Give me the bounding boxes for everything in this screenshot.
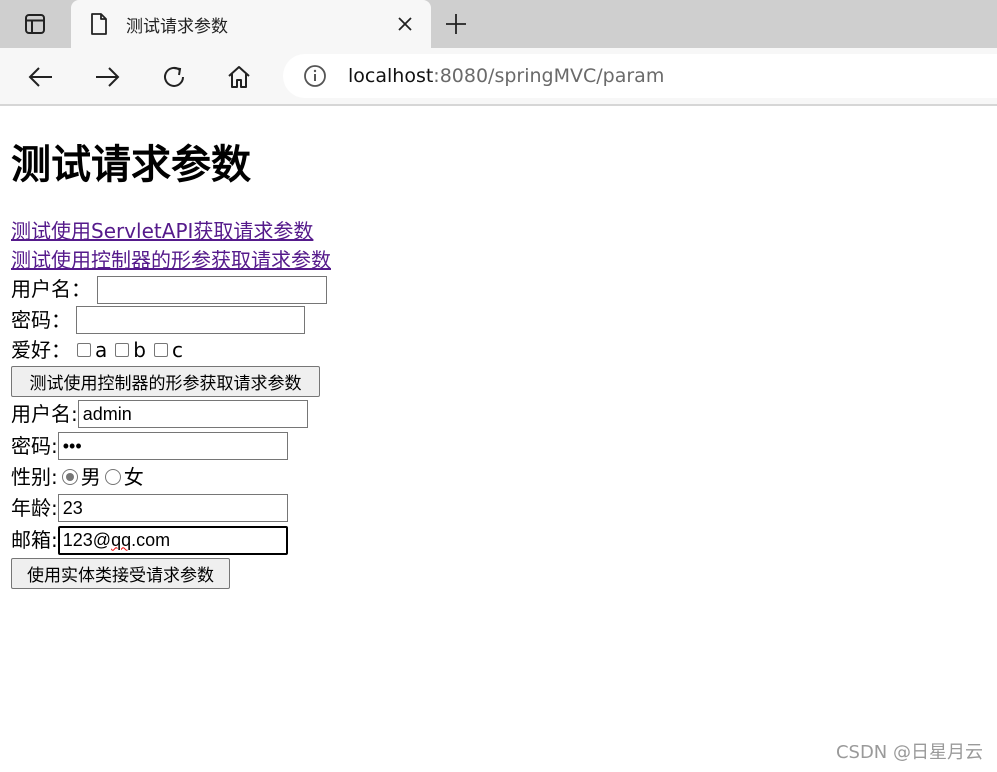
hobby-option-c[interactable]: c <box>153 336 183 365</box>
form2-gender-row: 性别: 男 女 <box>11 462 981 492</box>
form1-username-label: 用户名： <box>11 277 91 301</box>
gender-label-male: 男 <box>80 464 101 489</box>
page-heading: 测试请求参数 <box>11 142 251 188</box>
url-text: localhost:8080/springMVC/param <box>348 65 664 87</box>
refresh-icon <box>164 66 184 87</box>
controller-param-link[interactable]: 测试使用控制器的形参获取请求参数 <box>11 246 981 275</box>
form2-password-label: 密码: <box>11 433 58 458</box>
address-bar[interactable]: localhost:8080/springMVC/param <box>283 54 997 98</box>
hobby-checkbox-a[interactable] <box>77 343 91 357</box>
form2-age-label: 年龄: <box>11 495 58 520</box>
tab-bar: 测试请求参数 <box>0 0 997 48</box>
form2-password-input[interactable] <box>57 432 288 460</box>
form1-password-label: 密码： <box>11 307 71 332</box>
gender-radio-female[interactable] <box>104 469 121 485</box>
form2-submit-row: 使用实体类接受请求参数 <box>11 556 981 590</box>
email-value-prefix: 123@ <box>62 529 112 550</box>
link-list: 测试使用ServletAPI获取请求参数 测试使用控制器的形参获取请求参数 <box>11 217 981 275</box>
hobby-option-b[interactable]: b <box>115 336 146 365</box>
back-button[interactable] <box>24 60 58 94</box>
form1-password-input[interactable] <box>76 306 305 334</box>
hobby-label-c: c <box>171 337 183 362</box>
hobby-option-a[interactable]: a <box>77 336 107 365</box>
form2-username-label: 用户名: <box>11 401 78 426</box>
navigation-toolbar: localhost:8080/springMVC/param <box>0 48 997 106</box>
form2-username-row: 用户名: <box>11 398 981 430</box>
form1-password-row: 密码： <box>11 304 981 336</box>
active-tab[interactable]: 测试请求参数 <box>71 0 431 48</box>
form2-password-row: 密码: <box>11 430 981 462</box>
page-content: 测试请求参数 测试使用ServletAPI获取请求参数 测试使用控制器的形参获取… <box>11 106 981 590</box>
tab-title: 测试请求参数 <box>126 16 228 37</box>
form2-email-label: 邮箱: <box>11 527 58 552</box>
gender-label-female: 女 <box>123 464 144 489</box>
site-info-button[interactable] <box>303 64 327 88</box>
plus-icon <box>446 14 466 34</box>
form1-submit-row: 测试使用控制器的形参获取请求参数 <box>11 364 981 398</box>
gender-option-female[interactable]: 女 <box>104 463 144 492</box>
form2-submit-button[interactable]: 使用实体类接受请求参数 <box>11 557 230 589</box>
form2-username-input[interactable] <box>77 400 308 428</box>
form1-hobby-label: 爱好： <box>11 337 71 362</box>
tab-actions-button[interactable] <box>0 0 70 48</box>
home-button[interactable] <box>222 60 256 94</box>
form1-username-row: 用户名： <box>11 275 981 304</box>
email-value-domain: qq <box>111 529 132 550</box>
servlet-api-link[interactable]: 测试使用ServletAPI获取请求参数 <box>11 217 981 246</box>
refresh-button[interactable] <box>157 60 191 94</box>
info-icon <box>304 65 326 87</box>
form1-hobby-row: 爱好： a b c <box>11 336 981 364</box>
form2-email-row: 邮箱: 123@ qq .com <box>11 524 981 556</box>
home-icon <box>228 66 250 88</box>
close-icon <box>398 17 412 31</box>
form2-age-input[interactable] <box>57 494 288 522</box>
back-arrow-icon <box>28 67 52 87</box>
forward-button[interactable] <box>90 60 124 94</box>
form2-age-row: 年龄: <box>11 492 981 524</box>
form1-submit-button[interactable]: 测试使用控制器的形参获取请求参数 <box>11 365 320 397</box>
tab-actions-icon <box>25 14 45 34</box>
gender-radio-male[interactable] <box>61 469 78 485</box>
close-tab-button[interactable] <box>393 12 417 36</box>
forward-arrow-icon <box>96 67 120 87</box>
hobby-checkbox-b[interactable] <box>115 343 130 357</box>
gender-option-male[interactable]: 男 <box>61 463 101 492</box>
url-host: localhost <box>348 65 434 87</box>
hobby-checkbox-c[interactable] <box>153 343 168 357</box>
page-icon <box>89 12 109 36</box>
form1-username-input[interactable] <box>97 275 327 304</box>
new-tab-button[interactable] <box>440 10 472 38</box>
form2-gender-label: 性别: <box>11 464 58 489</box>
form2-email-input[interactable]: 123@ qq .com <box>57 525 288 555</box>
hobby-label-b: b <box>133 337 146 362</box>
watermark: CSDN @日星月云 <box>835 742 983 763</box>
hobby-label-a: a <box>95 337 108 362</box>
email-value-suffix: .com <box>131 529 171 550</box>
url-path: :8080/springMVC/param <box>433 65 665 87</box>
